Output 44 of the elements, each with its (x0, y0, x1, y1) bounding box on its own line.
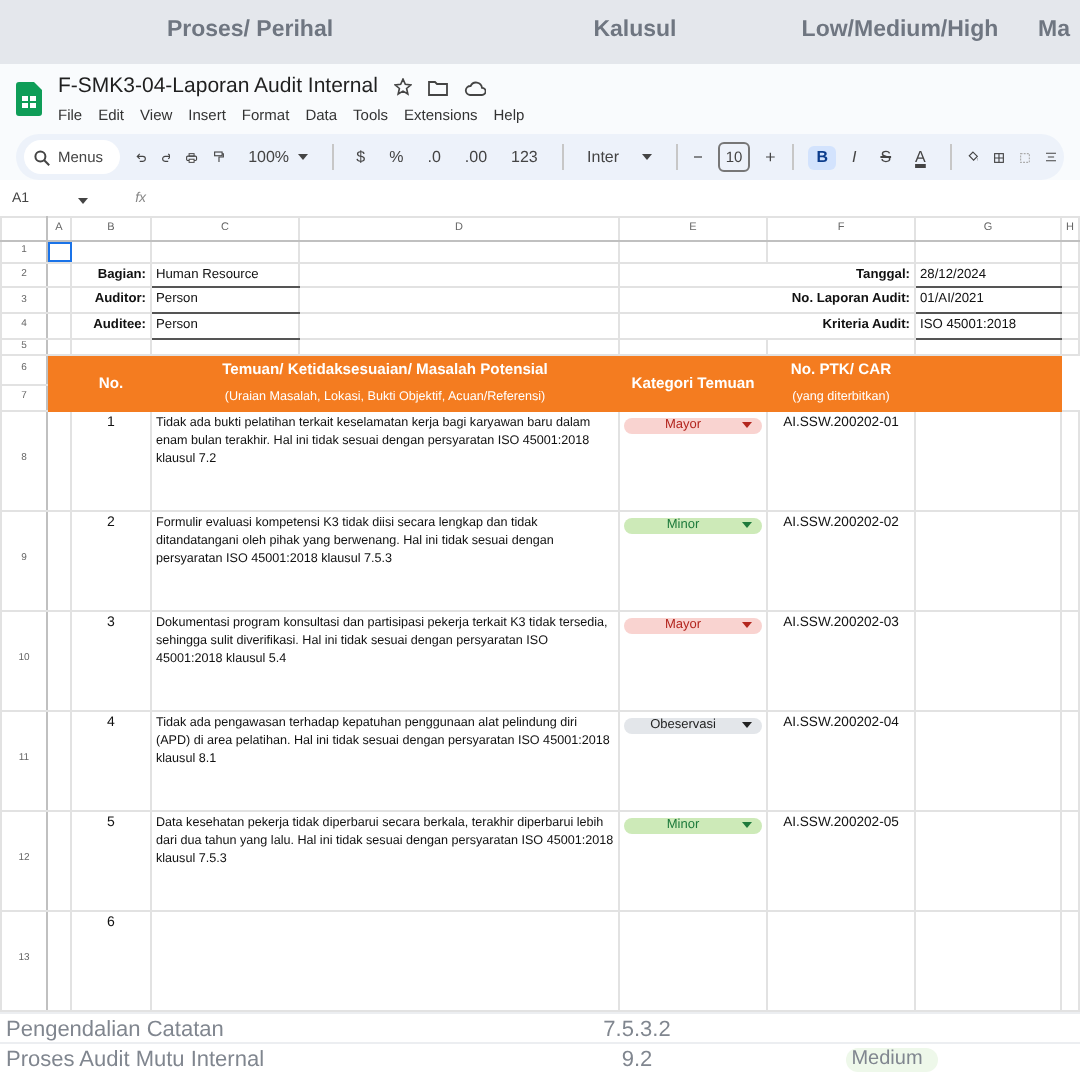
number-format-button[interactable]: % (381, 145, 412, 169)
paint-format-icon[interactable] (214, 148, 225, 166)
folder-icon[interactable] (427, 79, 448, 96)
number-format-button[interactable]: .00 (456, 145, 496, 169)
plus-icon[interactable] (766, 150, 776, 164)
text-style-button[interactable]: I (843, 145, 865, 169)
caret-icon (742, 822, 752, 829)
caret-icon (77, 197, 88, 203)
zoom-dropdown[interactable]: 100% (240, 145, 316, 169)
font-dropdown[interactable]: Inter (579, 145, 660, 169)
merge-cells-icon[interactable] (1020, 149, 1031, 165)
text-style-button[interactable]: B (808, 145, 836, 169)
align-icon[interactable] (1046, 150, 1057, 164)
number-format-button[interactable]: $ (348, 145, 374, 169)
selected-cell[interactable] (47, 241, 71, 262)
background-cell-text: Proses Audit Mutu Internal (4, 1045, 267, 1076)
borders-icon[interactable] (994, 149, 1005, 165)
background-column-header: Low/Medium/High (801, 16, 999, 47)
number-format-button[interactable]: .0 (419, 145, 449, 169)
background-cell-text: 9.2 (619, 1045, 655, 1076)
spreadsheet-logo-icon[interactable] (16, 82, 42, 116)
text-style-button[interactable]: A (907, 145, 934, 169)
number-format-button[interactable]: 123 (503, 145, 546, 169)
background-column-header: Kalusul (593, 16, 677, 47)
background-column-header: Proses/ Perihal (166, 16, 334, 47)
minus-icon[interactable] (693, 150, 702, 164)
caret-icon (742, 722, 752, 729)
caret-icon (297, 154, 308, 160)
background-cell-text: 7.5.3.2 (601, 1015, 673, 1046)
search-icon (34, 149, 50, 165)
caret-icon (742, 522, 752, 529)
cloud-icon[interactable] (463, 79, 486, 96)
undo-icon[interactable] (135, 150, 145, 164)
document-title[interactable]: F-SMK3-04-Laporan Audit Internal (58, 72, 378, 104)
caret-icon (742, 622, 752, 629)
text-style-button[interactable]: S (872, 145, 900, 169)
background-cell-text: Pengendalian Catatan (4, 1015, 226, 1046)
redo-icon[interactable] (161, 150, 171, 164)
star-icon[interactable] (393, 78, 412, 97)
caret-icon (641, 154, 652, 160)
caret-icon (742, 422, 752, 429)
fill-color-icon[interactable] (967, 148, 979, 166)
background-column-header: Ma (1036, 16, 1070, 47)
print-icon[interactable] (186, 149, 199, 165)
